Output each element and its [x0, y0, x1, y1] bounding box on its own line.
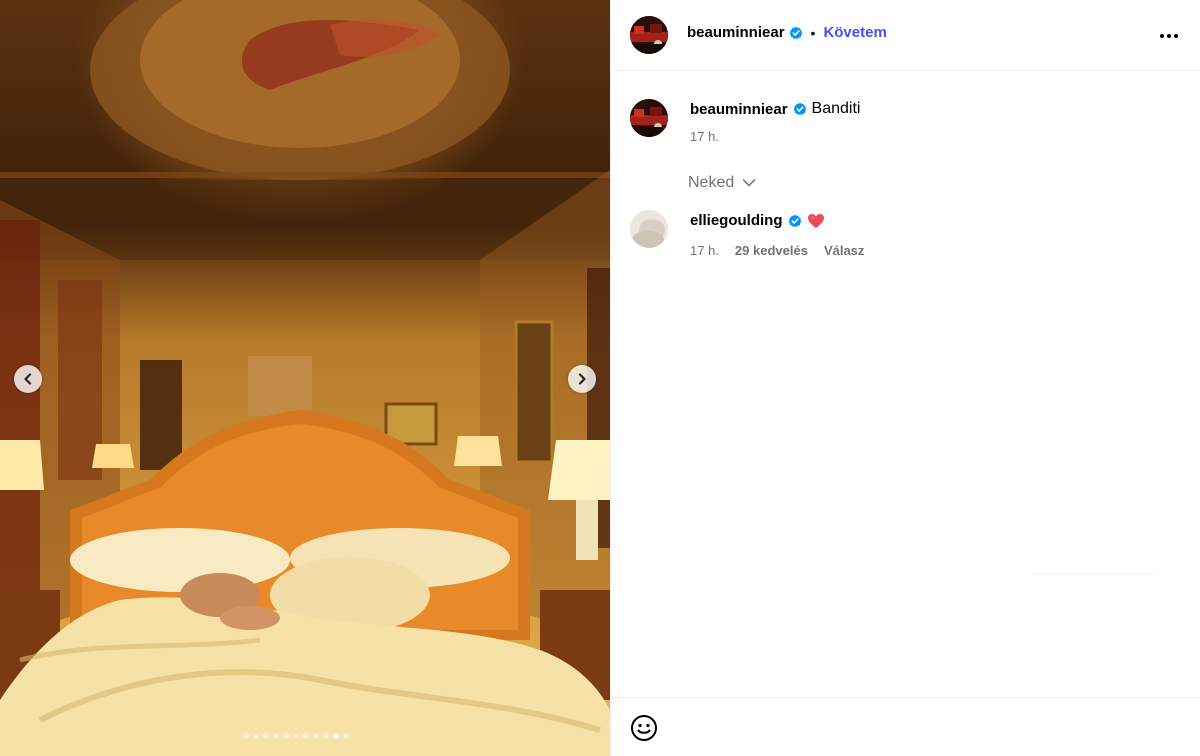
heart-emoji-icon — [807, 213, 824, 228]
carousel-dot — [293, 733, 299, 739]
caption-avatar-image — [630, 99, 668, 137]
comment-text: ❤ — [807, 213, 825, 229]
carousel-dot — [253, 733, 259, 739]
post-header: beauminniear • Követem — [611, 0, 1200, 71]
chevron-right-icon — [578, 373, 586, 385]
carousel-dot — [243, 733, 249, 739]
commenter-avatar[interactable] — [630, 210, 668, 248]
carousel-next-button[interactable] — [568, 365, 596, 393]
commenter-username[interactable]: elliegoulding — [690, 212, 783, 229]
bedroom-photo — [0, 0, 610, 756]
follow-button[interactable]: Követem — [823, 24, 886, 41]
verified-badge-icon — [789, 26, 802, 39]
chevron-left-icon — [24, 373, 32, 385]
comment-time[interactable]: 17 h. — [690, 243, 719, 258]
header-separator: • — [810, 24, 816, 41]
carousel-dot — [343, 733, 349, 739]
post-media — [0, 0, 610, 756]
carousel-dot — [323, 733, 329, 739]
more-horizontal-icon — [1160, 34, 1164, 38]
author-avatar-image — [630, 16, 668, 54]
caption-author-avatar[interactable] — [630, 99, 668, 137]
carousel-dot — [273, 733, 279, 739]
author-avatar[interactable] — [630, 16, 668, 54]
carousel-dot — [303, 733, 309, 739]
comment-compose-bar — [611, 697, 1200, 756]
caption: beauminniear Banditi — [690, 100, 860, 118]
carousel-dot — [333, 733, 339, 739]
comment-sort-dropdown[interactable]: Neked — [688, 174, 756, 192]
more-options-button[interactable] — [1158, 26, 1180, 46]
smiley-icon — [631, 715, 657, 741]
carousel-dot — [313, 733, 319, 739]
author-username[interactable]: beauminniear — [687, 24, 785, 41]
verified-badge-icon — [793, 102, 806, 115]
comment-sort-label: Neked — [688, 174, 735, 191]
chevron-down-icon — [743, 179, 756, 187]
emoji-picker-button[interactable] — [630, 714, 658, 742]
divider — [1034, 573, 1154, 574]
verified-badge-icon — [788, 214, 801, 227]
post-side-panel: beauminniear • Követem beauminniear Band… — [610, 0, 1200, 756]
reply-button[interactable]: Válasz — [824, 243, 864, 258]
commenter-avatar-image — [630, 210, 668, 248]
carousel-prev-button[interactable] — [14, 365, 42, 393]
comment-likes[interactable]: 29 kedvelés — [735, 243, 808, 258]
caption-time[interactable]: 17 h. — [690, 129, 719, 144]
caption-text: Banditi — [811, 100, 861, 117]
carousel-dot — [283, 733, 289, 739]
carousel-indicator — [243, 733, 349, 739]
carousel-dot — [263, 733, 269, 739]
caption-username[interactable]: beauminniear — [690, 101, 788, 118]
